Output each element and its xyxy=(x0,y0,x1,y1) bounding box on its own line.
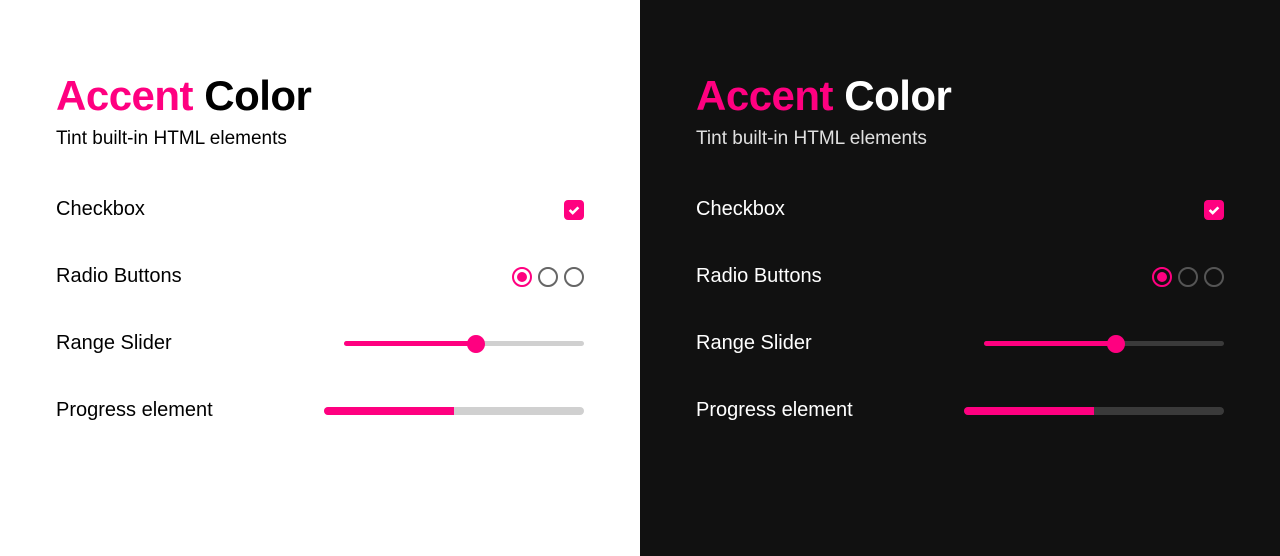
checkbox-input[interactable] xyxy=(1204,200,1224,220)
progress-label: Progress element xyxy=(696,399,853,422)
radio-option-3[interactable] xyxy=(1204,267,1224,287)
progress-fill xyxy=(324,407,454,415)
checkbox-label: Checkbox xyxy=(696,198,785,221)
title-rest: Color xyxy=(204,72,311,119)
radio-option-1[interactable] xyxy=(512,267,532,287)
title-accent-word: Accent xyxy=(696,72,833,119)
checkbox-row: Checkbox xyxy=(696,198,1224,221)
range-slider[interactable] xyxy=(984,334,1224,354)
radio-option-2[interactable] xyxy=(538,267,558,287)
checkmark-icon xyxy=(1207,203,1221,217)
checkmark-icon xyxy=(567,203,581,217)
range-label: Range Slider xyxy=(56,332,172,355)
slider-thumb[interactable] xyxy=(1107,335,1125,353)
radio-option-2[interactable] xyxy=(1178,267,1198,287)
radio-label: Radio Buttons xyxy=(56,265,182,288)
light-theme-pane: Accent Color Tint built-in HTML elements… xyxy=(0,0,640,556)
title-accent-word: Accent xyxy=(56,72,193,119)
range-row: Range Slider xyxy=(696,332,1224,355)
slider-fill xyxy=(344,341,476,346)
checkbox-input[interactable] xyxy=(564,200,584,220)
page-title: Accent Color xyxy=(56,72,584,120)
radio-row: Radio Buttons xyxy=(696,265,1224,288)
range-label: Range Slider xyxy=(696,332,812,355)
radio-option-3[interactable] xyxy=(564,267,584,287)
subtitle: Tint built-in HTML elements xyxy=(696,128,1224,150)
progress-row: Progress element xyxy=(696,399,1224,422)
progress-fill xyxy=(964,407,1094,415)
title-rest: Color xyxy=(844,72,951,119)
subtitle: Tint built-in HTML elements xyxy=(56,128,584,150)
checkbox-row: Checkbox xyxy=(56,198,584,221)
progress-row: Progress element xyxy=(56,399,584,422)
checkbox-label: Checkbox xyxy=(56,198,145,221)
progress-label: Progress element xyxy=(56,399,213,422)
progress-bar xyxy=(964,407,1224,415)
radio-label: Radio Buttons xyxy=(696,265,822,288)
dark-theme-pane: Accent Color Tint built-in HTML elements… xyxy=(640,0,1280,556)
radio-group xyxy=(512,267,584,287)
radio-group xyxy=(1152,267,1224,287)
slider-thumb[interactable] xyxy=(467,335,485,353)
radio-row: Radio Buttons xyxy=(56,265,584,288)
radio-option-1[interactable] xyxy=(1152,267,1172,287)
progress-bar xyxy=(324,407,584,415)
slider-fill xyxy=(984,341,1116,346)
range-row: Range Slider xyxy=(56,332,584,355)
range-slider[interactable] xyxy=(344,334,584,354)
page-title: Accent Color xyxy=(696,72,1224,120)
